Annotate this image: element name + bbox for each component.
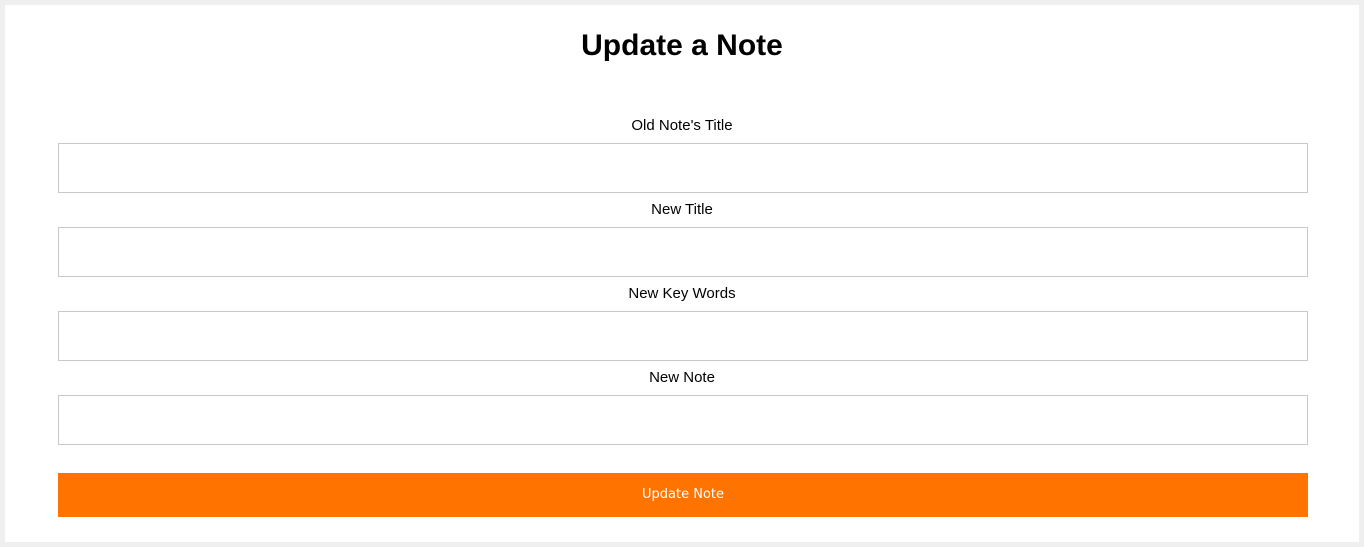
new-note-input[interactable]	[58, 395, 1308, 445]
old-title-label: Old Note's Title	[631, 117, 733, 134]
new-keywords-input[interactable]	[58, 311, 1308, 361]
update-note-button[interactable]: Update Note	[58, 473, 1308, 517]
page-title: Update a Note	[581, 29, 783, 62]
old-title-input[interactable]	[58, 143, 1308, 193]
new-title-label: New Title	[651, 201, 713, 218]
new-note-label: New Note	[649, 369, 715, 386]
new-keywords-label: New Key Words	[628, 285, 736, 302]
new-title-input[interactable]	[58, 227, 1308, 277]
